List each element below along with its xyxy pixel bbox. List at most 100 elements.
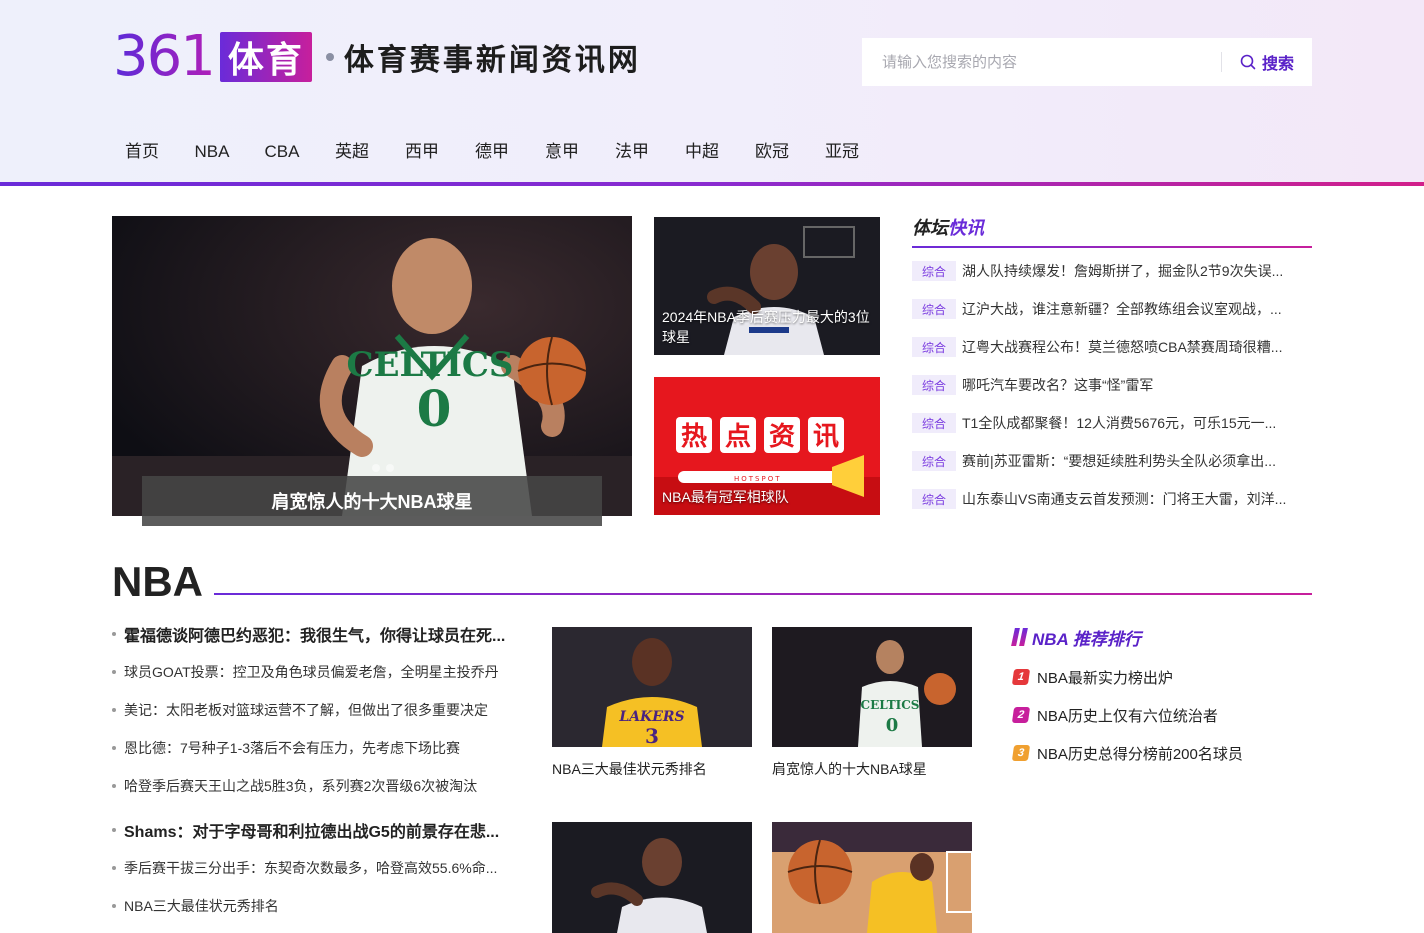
logo-number: 361 — [113, 24, 216, 89]
ranking-item[interactable]: 1 NBA最新实力榜出炉 — [1011, 658, 1313, 696]
list-item[interactable]: 综合 赛前|苏亚雷斯：“要想延续胜利势头全队必须拿出... — [912, 442, 1312, 480]
list-item[interactable]: 综合 T1全队成都聚餐！12人消费5676元，可乐15元一... — [912, 404, 1312, 442]
nav-item-serie-a[interactable]: 意甲 — [527, 134, 597, 170]
news-link[interactable]: 赛前|苏亚雷斯：“要想延续胜利势头全队必须拿出... — [962, 451, 1310, 471]
nav-item-premier-league[interactable]: 英超 — [317, 134, 387, 170]
news-thumbnail[interactable]: LAKERS 3 — [552, 627, 752, 747]
feature-card-caption: 2024年NBA季后赛压力最大的3位球星 — [662, 309, 870, 345]
category-tag[interactable]: 综合 — [912, 413, 956, 433]
section-divider — [214, 593, 1312, 595]
nba-ranking-panel: NBA 推荐排行 1 NBA最新实力榜出炉 2 NBA历史上仅有六位统治者 3 … — [1011, 624, 1313, 772]
news-link[interactable]: 美记：太阳老板对篮球运营不了解，但做出了很多重要决定 — [112, 691, 534, 729]
nba-section-header: NBA — [112, 560, 1312, 604]
news-thumbnail[interactable] — [772, 822, 972, 933]
site-logo[interactable]: 361 体育 体育赛事新闻资讯网 — [113, 28, 641, 86]
bullet-icon — [112, 866, 116, 870]
list-item[interactable]: 综合 哪吒汽车要改名？这事“怪”雷军 — [912, 366, 1312, 404]
ranking-link[interactable]: NBA历史上仅有六位统治者 — [1037, 705, 1218, 726]
main-nav: 首页 NBA CBA 英超 西甲 德甲 意甲 法甲 中超 欧冠 亚冠 — [107, 134, 877, 170]
category-tag[interactable]: 综合 — [912, 299, 956, 319]
news-link[interactable]: 辽沪大战，谁注意新疆？全部教练组会议室观战，... — [962, 299, 1310, 319]
flash-news-panel: 体坛快讯 综合 湖人队持续爆发！詹姆斯拼了，掘金队2节9次失误... 综合 辽沪大战… — [912, 212, 1312, 518]
news-link[interactable]: 哈登季后赛天王山之战5胜3负，系列赛2次晋级6次被淘汰 — [112, 767, 534, 805]
nav-item-nba[interactable]: NBA — [177, 134, 247, 170]
news-link[interactable]: 山东泰山VS南通支云首发预测：门将王大雷，刘洋... — [962, 489, 1310, 509]
hero-dot[interactable] — [372, 464, 380, 472]
news-link[interactable]: 季后赛干拔三分出手：东契奇次数最多，哈登高效55.6%命... — [112, 849, 534, 887]
news-link[interactable]: NBA三大最佳状元秀排名 — [112, 887, 534, 925]
feature-card[interactable]: 热 点 资 讯 HOTSPOT NBA最有冠军相球队 — [654, 377, 880, 515]
hero-dot[interactable] — [386, 464, 394, 472]
news-thumbnail[interactable]: CELTICS 0 — [772, 627, 972, 747]
feature-card[interactable]: 2024年NBA季后赛压力最大的3位球星 — [654, 217, 880, 355]
rank-number-badge: 2 — [1011, 707, 1031, 723]
svg-text:讯: 讯 — [813, 422, 839, 452]
search-button-label: 搜索 — [1261, 56, 1294, 73]
svg-text:0: 0 — [417, 379, 452, 438]
hero-pagination — [372, 464, 394, 472]
news-link[interactable]: 辽粤大战赛程公布！莫兰德怒喷CBA禁赛周琦很糟... — [962, 337, 1310, 357]
news-link[interactable]: 球员GOAT投票：控卫及角色球员偏爱老詹，全明星主投乔丹 — [112, 653, 534, 691]
nav-item-csl[interactable]: 中超 — [667, 134, 737, 170]
nba-news-list: Shams：对于字母哥和利拉德出战G5的前景存在悲... 季后赛干拔三分出手：东… — [112, 811, 534, 925]
nav-item-ucl[interactable]: 欧冠 — [737, 134, 807, 170]
news-headline[interactable]: Shams：对于字母哥和利拉德出战G5的前景存在悲... — [112, 811, 534, 849]
category-tag[interactable]: 综合 — [912, 261, 956, 281]
thumbnail-caption[interactable]: NBA三大最佳状元秀排名 — [552, 759, 707, 779]
ranking-link[interactable]: NBA历史总得分榜前200名球员 — [1037, 743, 1243, 764]
ranking-list: 1 NBA最新实力榜出炉 2 NBA历史上仅有六位统治者 3 NBA历史总得分榜… — [1011, 658, 1313, 772]
svg-text:HOTSPOT: HOTSPOT — [734, 475, 782, 483]
news-link[interactable]: 哪吒汽车要改名？这事“怪”雷军 — [962, 375, 1310, 395]
list-item[interactable]: 综合 湖人队持续爆发！詹姆斯拼了，掘金队2节9次失误... — [912, 252, 1312, 290]
news-link[interactable]: T1全队成都聚餐！12人消费5676元，可乐15元一... — [962, 413, 1310, 433]
rank-number-badge: 3 — [1011, 745, 1031, 761]
category-tag[interactable]: 综合 — [912, 337, 956, 357]
section-title[interactable]: NBA — [112, 560, 203, 604]
svg-text:资: 资 — [769, 422, 795, 452]
nav-item-bundesliga[interactable]: 德甲 — [457, 134, 527, 170]
flash-news-title: 体坛快讯 — [912, 212, 1312, 248]
search-button[interactable]: 搜索 — [1222, 38, 1312, 86]
bullet-icon — [112, 746, 116, 750]
list-item[interactable]: 综合 辽沪大战，谁注意新疆？全部教练组会议室观战，... — [912, 290, 1312, 328]
bullet-icon — [112, 904, 116, 908]
category-tag[interactable]: 综合 — [912, 375, 956, 395]
nav-item-afc-cl[interactable]: 亚冠 — [807, 134, 877, 170]
search-box: 搜索 — [862, 38, 1312, 86]
nav-item-home[interactable]: 首页 — [107, 134, 177, 170]
nba-news-list: 霍福德谈阿德巴约恶犯：我很生气，你得让球员在死... 球员GOAT投票：控卫及角… — [112, 615, 534, 805]
feature-card-caption: NBA最有冠军相球队 — [662, 489, 789, 505]
search-icon — [1240, 54, 1256, 70]
ranking-link[interactable]: NBA最新实力榜出炉 — [1037, 667, 1173, 688]
news-headline[interactable]: 霍福德谈阿德巴约恶犯：我很生气，你得让球员在死... — [112, 615, 534, 653]
hero-caption[interactable]: 肩宽惊人的十大NBA球星 — [142, 476, 602, 526]
nav-item-ligue-1[interactable]: 法甲 — [597, 134, 667, 170]
category-tag[interactable]: 综合 — [912, 451, 956, 471]
thumbnail-photo — [552, 822, 752, 933]
thumbnail-caption[interactable]: 肩宽惊人的十大NBA球星 — [772, 759, 927, 779]
news-link[interactable]: 湖人队持续爆发！詹姆斯拼了，掘金队2节9次失误... — [962, 261, 1310, 281]
bullet-icon — [112, 708, 116, 712]
ranking-bars-icon — [1011, 628, 1028, 646]
ranking-item[interactable]: 2 NBA历史上仅有六位统治者 — [1011, 696, 1313, 734]
news-thumbnail[interactable] — [552, 822, 752, 933]
nav-item-cba[interactable]: CBA — [247, 134, 317, 170]
svg-text:点: 点 — [725, 421, 751, 452]
ranking-item[interactable]: 3 NBA历史总得分榜前200名球员 — [1011, 734, 1313, 772]
svg-text:热: 热 — [681, 422, 707, 452]
list-item[interactable]: 综合 辽粤大战赛程公布！莫兰德怒喷CBA禁赛周琦很糟... — [912, 328, 1312, 366]
news-link[interactable]: 恩比德：7号种子1-3落后不会有压力，先考虑下场比赛 — [112, 729, 534, 767]
category-tag[interactable]: 综合 — [912, 489, 956, 509]
svg-text:0: 0 — [886, 715, 899, 736]
svg-text:CELTICS: CELTICS — [861, 698, 920, 712]
thumbnail-photo: CELTICS 0 — [772, 627, 972, 747]
svg-text:LAKERS: LAKERS — [618, 709, 684, 725]
search-input[interactable] — [862, 38, 1221, 86]
list-item[interactable]: 综合 山东泰山VS南通支云首发预测：门将王大雷，刘洋... — [912, 480, 1312, 518]
site-slogan: 体育赛事新闻资讯网 — [343, 44, 641, 77]
flash-news-list: 综合 湖人队持续爆发！詹姆斯拼了，掘金队2节9次失误... 综合 辽沪大战，谁注意新… — [912, 252, 1312, 518]
bullet-icon — [112, 784, 116, 788]
thumbnail-photo: LAKERS 3 — [552, 627, 752, 747]
nav-item-la-liga[interactable]: 西甲 — [387, 134, 457, 170]
site-header: 361 体育 体育赛事新闻资讯网 搜索 首页 NBA CBA 英超 西甲 德甲 … — [0, 0, 1424, 186]
